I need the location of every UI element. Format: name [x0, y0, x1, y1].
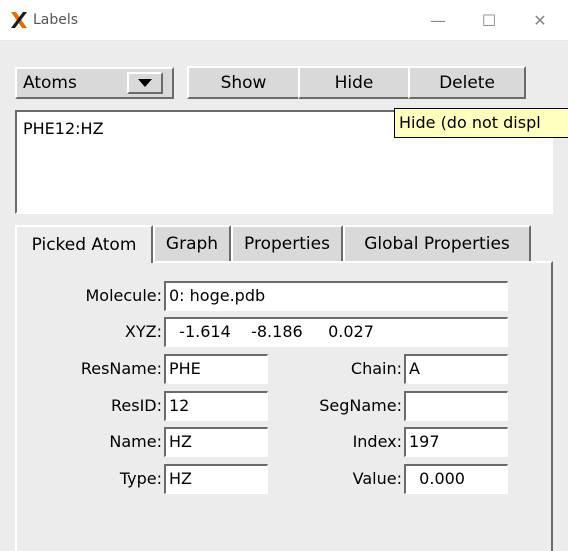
maximize-button[interactable]: ☐	[466, 0, 512, 40]
type-label: Type:	[119, 469, 162, 488]
value-field[interactable]: 0.000	[404, 464, 508, 494]
xyz-label: XYZ:	[124, 322, 162, 341]
tab-picked-atom[interactable]: Picked Atom	[15, 225, 153, 263]
delete-button[interactable]: Delete	[408, 66, 526, 99]
molecule-field[interactable]: 0: hoge.pdb	[164, 281, 508, 311]
close-button[interactable]: ✕	[517, 0, 563, 40]
name-label: Name:	[109, 432, 162, 451]
title-bar: Labels — ☐ ✕	[0, 0, 568, 41]
chain-field[interactable]: A	[404, 354, 508, 384]
resid-field[interactable]: 12	[164, 391, 268, 421]
molecule-label: Molecule:	[85, 286, 163, 305]
hide-button[interactable]: Hide	[298, 66, 410, 99]
type-field[interactable]: HZ	[164, 464, 268, 494]
list-item[interactable]: PHE12:HZ	[23, 119, 104, 138]
category-selected: Atoms	[23, 73, 77, 93]
window-title: Labels	[33, 12, 79, 28]
hide-tooltip: Hide (do not displ	[394, 108, 568, 138]
dropdown-arrow-icon[interactable]	[127, 72, 163, 94]
resname-label: ResName:	[80, 359, 162, 378]
chain-label: Chain:	[350, 359, 402, 378]
resname-field[interactable]: PHE	[164, 354, 268, 384]
index-label: Index:	[352, 432, 402, 451]
x11-app-icon	[9, 10, 29, 30]
resid-label: ResID:	[110, 396, 162, 415]
name-field[interactable]: HZ	[164, 427, 268, 457]
category-menubutton[interactable]: Atoms	[15, 67, 174, 99]
segname-label: SegName:	[319, 396, 402, 415]
show-button[interactable]: Show	[187, 66, 300, 99]
tab-properties[interactable]: Properties	[231, 225, 343, 261]
value-label: Value:	[352, 469, 402, 488]
index-field[interactable]: 197	[404, 427, 508, 457]
minimize-button[interactable]: —	[415, 0, 461, 40]
tab-global-properties[interactable]: Global Properties	[343, 225, 531, 261]
tab-graph[interactable]: Graph	[153, 225, 231, 261]
segname-field[interactable]	[404, 391, 508, 421]
xyz-field[interactable]: -1.614 -8.186 0.027	[164, 317, 508, 347]
